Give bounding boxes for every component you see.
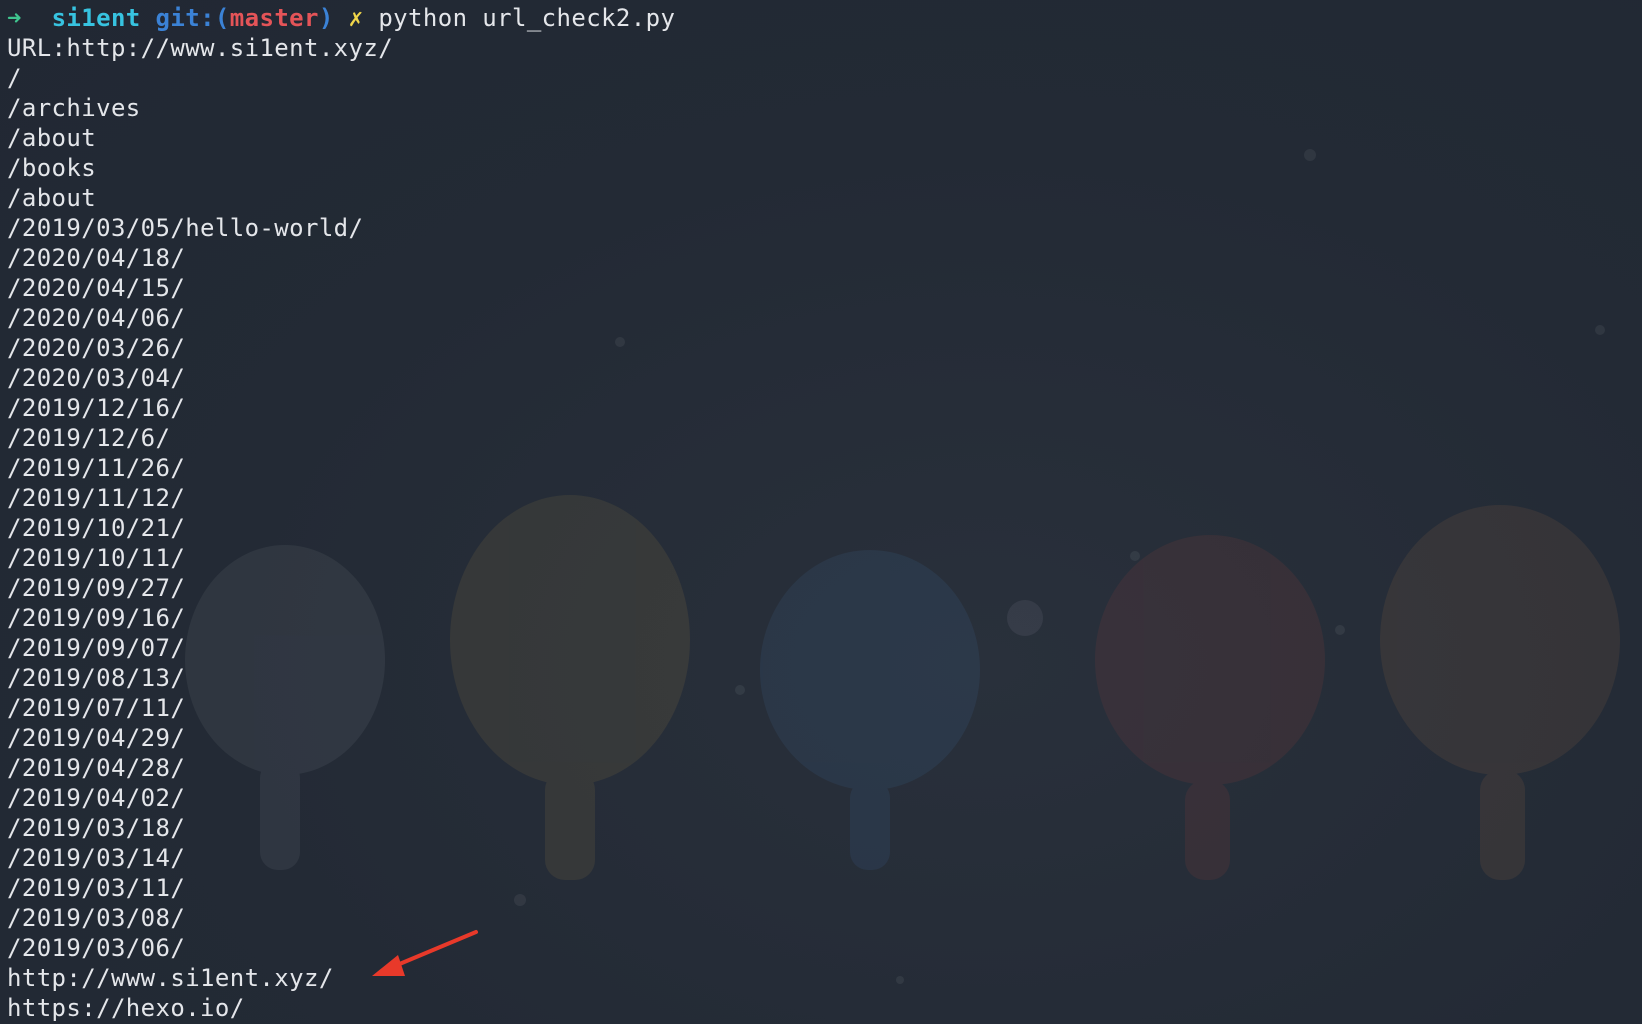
prompt-git-close: ) — [318, 4, 334, 32]
terminal-window[interactable]: ➜ si1ent git:(master) ✗ python url_check… — [0, 0, 1642, 1024]
output-line: /2019/03/11/ — [7, 874, 186, 902]
output-line: /2019/03/08/ — [7, 904, 186, 932]
output-line: /2019/03/18/ — [7, 814, 186, 842]
output-line: /2019/09/07/ — [7, 634, 186, 662]
output-line: /books — [7, 154, 97, 182]
output-line: /2019/08/13/ — [7, 664, 186, 692]
output-line: / — [7, 64, 22, 92]
output-line: /2019/11/12/ — [7, 484, 186, 512]
terminal-output: ➜ si1ent git:(master) ✗ python url_check… — [7, 3, 675, 1023]
prompt-branch: master — [229, 4, 319, 32]
prompt-arrow-icon: ➜ — [7, 4, 22, 32]
output-line: /2019/07/11/ — [7, 694, 186, 722]
output-line-highlighted: http://www.si1ent.xyz/ — [7, 964, 334, 992]
prompt-user: si1ent — [51, 4, 141, 32]
output-line: /about — [7, 184, 97, 212]
output-line: URL:http://www.si1ent.xyz/ — [7, 34, 394, 62]
output-line: /2019/12/16/ — [7, 394, 186, 422]
output-line: /2019/04/02/ — [7, 784, 186, 812]
output-line: /2019/04/28/ — [7, 754, 186, 782]
output-line: /2019/10/11/ — [7, 544, 186, 572]
output-line: /2020/03/26/ — [7, 334, 186, 362]
output-line: /2019/09/27/ — [7, 574, 186, 602]
output-line: /2019/03/06/ — [7, 934, 186, 962]
output-line: /2019/03/05/hello-world/ — [7, 214, 364, 242]
output-line: /2019/12/6/ — [7, 424, 171, 452]
output-line: /2020/03/04/ — [7, 364, 186, 392]
output-line: https://hexo.io/ — [7, 994, 245, 1022]
output-line: /2020/04/18/ — [7, 244, 186, 272]
output-line: /2019/03/14/ — [7, 844, 186, 872]
prompt-command: python url_check2.py — [378, 4, 676, 32]
output-line: /2019/09/16/ — [7, 604, 186, 632]
output-line: /2019/10/21/ — [7, 514, 186, 542]
output-line: /2019/11/26/ — [7, 454, 186, 482]
prompt-git-label: git:( — [155, 4, 230, 32]
output-line: /2020/04/06/ — [7, 304, 186, 332]
prompt-line: ➜ si1ent git:(master) ✗ python url_check… — [7, 3, 675, 33]
output-line: /2019/04/29/ — [7, 724, 186, 752]
output-line: /about — [7, 124, 97, 152]
dirty-mark-icon: ✗ — [348, 4, 364, 32]
output-line: /2020/04/15/ — [7, 274, 186, 302]
output-line: /archives — [7, 94, 141, 122]
